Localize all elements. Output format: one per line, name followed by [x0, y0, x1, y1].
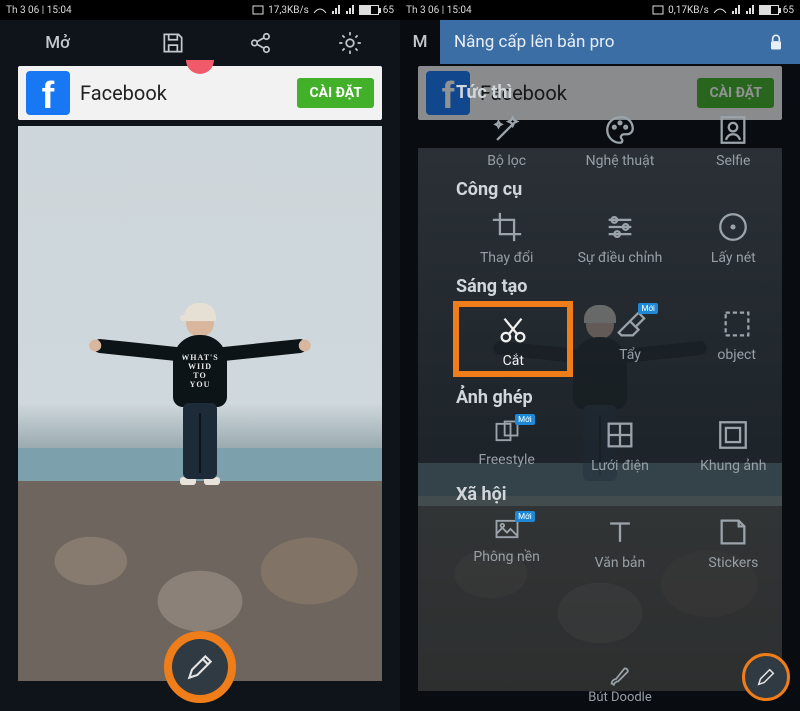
item-bg[interactable]: Mới Phông nền — [457, 515, 557, 571]
pencil-icon — [755, 666, 777, 688]
item-art[interactable]: Nghệ thuật — [570, 113, 670, 169]
screen-right: Th 3 06 | 15:04 0,17KB/s 65 f Facebook C… — [400, 0, 800, 711]
signal-icon — [331, 5, 341, 15]
ad-banner[interactable]: f Facebook CÀI ĐẶT — [18, 66, 382, 120]
magic-wand-icon — [490, 113, 524, 147]
gear-icon[interactable] — [337, 30, 363, 56]
section-collage: Ảnh ghép — [456, 387, 790, 408]
crop-icon — [490, 210, 524, 244]
focus-icon — [716, 210, 750, 244]
item-doodle[interactable]: Bút Doodle — [588, 664, 652, 705]
signal2-icon — [345, 5, 355, 15]
lock-icon — [766, 31, 786, 53]
section-instant: Tức thì — [456, 82, 790, 103]
edit-fab[interactable] — [172, 639, 228, 695]
share-icon[interactable] — [248, 30, 274, 56]
statusbar: Th 3 06 | 15:04 17,3KB/s 65 — [0, 0, 400, 20]
screen-left: Th 3 06 | 15:04 17,3KB/s 65 Mở f Faceboo… — [0, 0, 400, 711]
statusbar-right: Th 3 06 | 15:04 0,17KB/s 65 — [400, 0, 800, 20]
open-button-partial[interactable]: M — [400, 20, 440, 64]
edit-fab-small[interactable] — [742, 653, 790, 701]
item-grid[interactable]: Lưới điện — [570, 418, 670, 474]
new-badge: Mới — [515, 414, 535, 425]
item-freestyle[interactable]: Mới Freestyle — [457, 418, 557, 474]
palette-icon — [603, 113, 637, 147]
item-erase[interactable]: Mới Tẩy — [580, 307, 680, 377]
sticker-icon — [716, 515, 750, 549]
edit-fab-highlight — [164, 631, 236, 703]
item-adjust[interactable]: Sự điều chỉnh — [570, 210, 670, 266]
portrait-icon — [716, 113, 750, 147]
upgrade-label: Nâng cấp lên bản pro — [454, 32, 614, 52]
item-selfie[interactable]: Selfie — [683, 113, 783, 169]
item-text[interactable]: Văn bản — [570, 515, 670, 571]
grid-icon — [603, 418, 637, 452]
sliders-icon — [603, 210, 637, 244]
wifi-icon — [713, 5, 727, 15]
item-focus[interactable]: Lấy nét — [683, 210, 783, 266]
status-speed-r: 0,17KB/s — [668, 5, 709, 16]
item-transform[interactable]: Thay đổi — [457, 210, 557, 266]
battery-icon — [359, 5, 379, 15]
open-button[interactable]: Mở — [37, 33, 97, 53]
section-social: Xã hội — [456, 484, 790, 505]
wifi-icon — [313, 5, 327, 15]
install-button[interactable]: CÀI ĐẶT — [297, 78, 374, 108]
upgrade-bar[interactable]: Nâng cấp lên bản pro — [440, 20, 800, 64]
facebook-logo: f — [26, 71, 70, 115]
item-filter[interactable]: Bộ lọc — [457, 113, 557, 169]
signal-icon — [731, 5, 741, 15]
status-speed: 17,3KB/s — [268, 5, 309, 16]
brush-icon — [607, 664, 633, 690]
tools-menu[interactable]: Tức thì Bộ lọc Nghệ thuật Selfie Công cụ… — [440, 64, 800, 711]
section-creative: Sáng tạo — [456, 276, 790, 297]
save-icon[interactable] — [160, 30, 186, 56]
item-object[interactable]: object — [687, 307, 787, 377]
section-tools: Công cụ — [456, 179, 790, 200]
ad-app-name: Facebook — [70, 81, 297, 105]
signal2-icon — [745, 5, 755, 15]
sim-icon — [252, 5, 264, 15]
new-badge: Mới — [515, 511, 535, 522]
object-icon — [720, 307, 754, 341]
item-cut[interactable]: Cắt — [463, 313, 563, 369]
status-day: Th 3 06 — [6, 5, 39, 16]
photo: WHAT'SWIIDTOYOU — [18, 126, 382, 681]
status-clock: 15:04 — [47, 5, 72, 16]
battery-icon — [759, 5, 779, 15]
text-icon — [603, 515, 637, 549]
scissors-icon — [496, 313, 530, 347]
sim-icon — [652, 5, 664, 15]
ad-close-icon[interactable] — [186, 60, 214, 74]
photo-subject: WHAT'SWIIDTOYOU — [173, 309, 227, 485]
item-frame[interactable]: Khung ảnh — [683, 418, 783, 474]
battery-pct: 65 — [383, 5, 394, 16]
item-stickers[interactable]: Stickers — [683, 515, 783, 571]
item-cut-highlight: Cắt — [453, 301, 573, 377]
frame-icon — [716, 418, 750, 452]
photo-area[interactable]: WHAT'SWIIDTOYOU — [0, 124, 400, 711]
new-badge: Mới — [638, 303, 658, 314]
pencil-icon — [184, 651, 216, 683]
